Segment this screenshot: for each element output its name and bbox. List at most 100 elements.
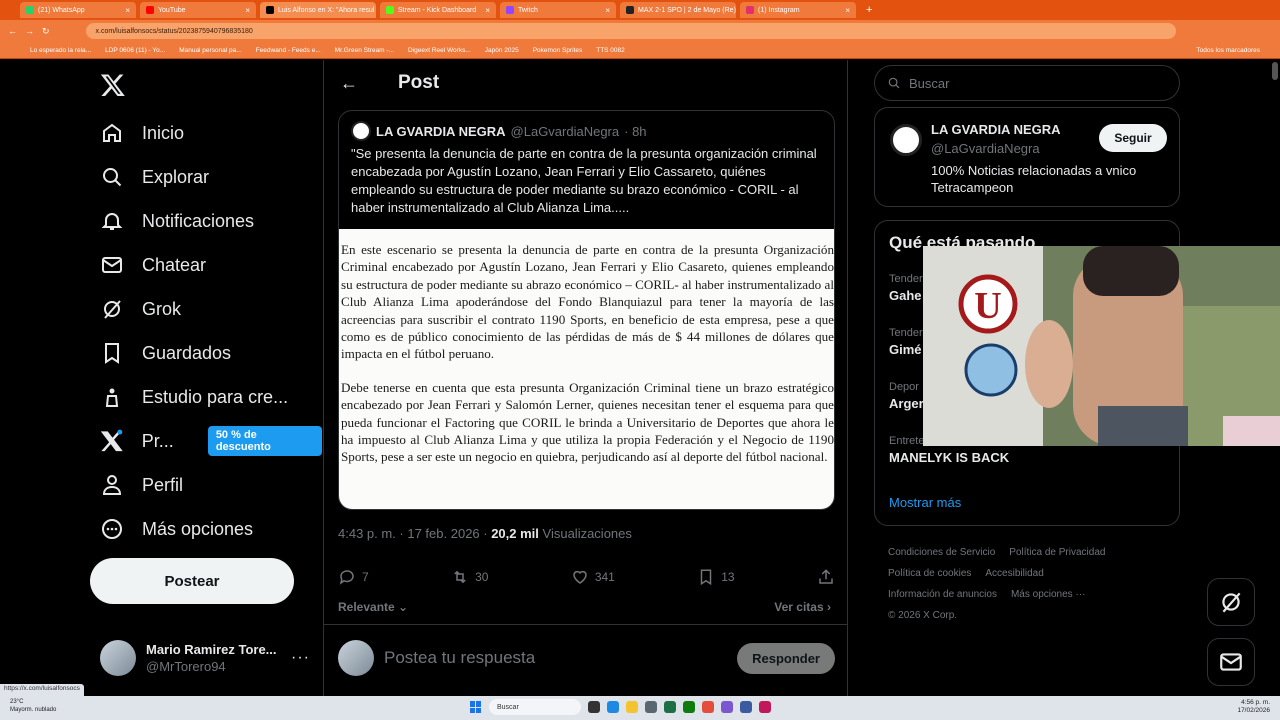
back-arrow-icon[interactable]: ← [340, 73, 358, 94]
search-input[interactable]: Buscar [874, 65, 1180, 101]
post-timestamp: 4:43 p. m. · 17 feb. 2026 · 20,2 mil Vis… [338, 526, 632, 541]
bookmark-item[interactable]: TTS 0082 [596, 47, 625, 54]
app-icon[interactable] [759, 701, 771, 713]
folder-icon[interactable] [626, 701, 638, 713]
more-dots-icon[interactable]: ··· [291, 649, 310, 667]
xbox-icon[interactable] [683, 701, 695, 713]
webcam-image: U [923, 246, 1280, 446]
weather-widget[interactable]: 23°C Mayorm. nublado [10, 698, 56, 714]
browser-tab[interactable]: (21) WhatsApp × [20, 2, 136, 18]
close-tab-icon[interactable]: × [125, 6, 130, 15]
file-explorer-icon[interactable] [588, 701, 600, 713]
excel-icon[interactable] [664, 701, 676, 713]
app-icon[interactable] [645, 701, 657, 713]
windows-start-icon[interactable] [470, 701, 482, 713]
share-action[interactable] [817, 568, 835, 586]
follow-name[interactable]: LA GVARDIA NEGRA [931, 122, 1061, 137]
browser-tab[interactable]: Stream - Kick Dashboard × [380, 2, 496, 18]
chrome-icon[interactable] [702, 701, 714, 713]
avatar[interactable] [890, 124, 922, 156]
close-tab-icon[interactable]: × [845, 6, 850, 15]
post-actions: 7 30 341 13 [338, 568, 835, 586]
scrollbar[interactable] [1272, 62, 1278, 80]
studio-icon [105, 388, 119, 407]
bookmarks-bar: Lo esperado la rela... LDP 0606 (11) - Y… [0, 42, 1280, 59]
quote-author-name[interactable]: LA GVARDIA NEGRA [376, 124, 506, 139]
bookmark-item[interactable]: Digeext Reel Works... [408, 47, 471, 54]
footer-link[interactable]: Condiciones de Servicio [888, 547, 995, 558]
new-tab-button[interactable]: + [860, 4, 872, 16]
bookmark-item[interactable]: Feedwand - Feeds e... [256, 47, 321, 54]
close-tab-icon[interactable]: × [485, 6, 490, 15]
ver-citas-link[interactable]: Ver citas › [774, 600, 831, 614]
grok-icon [104, 300, 121, 319]
home-icon [103, 123, 121, 142]
follow-button[interactable]: Seguir [1099, 124, 1167, 152]
footer-link[interactable]: Accesibilidad [985, 568, 1043, 579]
sort-relevante[interactable]: Relevante ⌄ [338, 600, 408, 614]
sidebar-item-estudio[interactable]: Estudio para cre... [100, 382, 288, 412]
sidebar-item-mas-opciones[interactable]: Más opciones [100, 514, 253, 544]
footer-link[interactable]: Más opciones ··· [1011, 589, 1085, 600]
person-icon [102, 475, 122, 495]
bookmark-item[interactable]: Pokemon Sprites [533, 47, 583, 54]
grok-float-button[interactable] [1207, 578, 1255, 626]
whatsapp-icon [26, 6, 34, 14]
bookmark-item[interactable]: Lo esperado la rela... [30, 47, 91, 54]
taskbar-clock[interactable]: 4:56 p. m. 17/02/2026 [1237, 699, 1270, 715]
browser-tab[interactable]: YouTube × [140, 2, 256, 18]
edge-icon[interactable] [607, 701, 619, 713]
sidebar-item-grok[interactable]: Grok [100, 294, 181, 324]
forward-nav-icon[interactable]: → [25, 26, 34, 36]
footer-link[interactable]: Política de cookies [888, 568, 971, 579]
all-bookmarks[interactable]: Todos los marcadores [1196, 47, 1260, 54]
repost-action[interactable]: 30 [451, 568, 488, 586]
quote-time: · 8h [624, 123, 647, 139]
x-favicon-icon [266, 6, 274, 14]
avatar [338, 640, 374, 676]
back-nav-icon[interactable]: ← [8, 26, 17, 36]
account-switcher[interactable]: Mario Ramirez Tore... @MrTorero94 ··· [100, 638, 310, 678]
quoted-post[interactable]: LA GVARDIA NEGRA @LaGvardiaNegra · 8h "S… [338, 110, 835, 510]
taskbar-search[interactable]: Buscar [489, 699, 581, 715]
reply-icon [339, 570, 354, 585]
reload-icon[interactable]: ↻ [42, 26, 50, 37]
x-logo-icon[interactable] [100, 72, 126, 98]
browser-tab-active[interactable]: Luis Alfonso en X: "Ahora resul× [260, 2, 376, 18]
footer-link[interactable]: Información de anuncios [888, 589, 997, 600]
page-title: Post [398, 72, 440, 93]
document-image[interactable]: En este escenario se presenta la denunci… [339, 229, 834, 509]
status-url: https://x.com/luisalfonsocs [0, 684, 84, 696]
chevron-down-icon: ⌄ [394, 600, 409, 614]
sidebar-item-chatear[interactable]: Chatear [100, 250, 206, 280]
sidebar-item-perfil[interactable]: Perfil [100, 470, 183, 500]
url-field[interactable]: x.com/luisalfonsocs/status/2023875940796… [85, 23, 1176, 39]
reply-input[interactable]: Postea tu respuesta [384, 648, 535, 668]
sidebar-item-notificaciones[interactable]: Notificaciones [100, 206, 254, 236]
sidebar-item-explorar[interactable]: Explorar [100, 162, 209, 192]
reply-button[interactable]: Responder [737, 642, 835, 674]
app-icon[interactable] [740, 701, 752, 713]
sidebar-item-premium[interactable]: Pr... 50 % de descuento [100, 426, 322, 456]
bookmark-item[interactable]: Mr.Green Stream -... [335, 47, 394, 54]
sidebar-item-inicio[interactable]: Inicio [100, 118, 184, 148]
bookmark-action[interactable]: 13 [697, 568, 735, 586]
footer-link[interactable]: Política de Privacidad [1009, 547, 1105, 558]
promo-badge[interactable]: 50 % de descuento [207, 426, 322, 456]
close-tab-icon[interactable]: × [245, 6, 250, 15]
like-action[interactable]: 341 [571, 568, 615, 586]
sidebar-item-guardados[interactable]: Guardados [100, 338, 231, 368]
show-more-link[interactable]: Mostrar más [889, 495, 961, 510]
close-tab-icon[interactable]: × [605, 6, 610, 15]
messages-float-button[interactable] [1207, 638, 1255, 686]
youtube-icon [146, 6, 154, 14]
bookmark-item[interactable]: Manual personal pa... [179, 47, 242, 54]
browser-tab[interactable]: (1) Instagram × [740, 2, 856, 18]
bookmark-item[interactable]: LDP 0606 (11) - Yo... [105, 47, 165, 54]
bookmark-item[interactable]: Japón 2025 [485, 47, 519, 54]
reply-action[interactable]: 7 [338, 568, 369, 586]
post-button[interactable]: Postear [90, 558, 294, 604]
browser-tab[interactable]: Twitch × [500, 2, 616, 18]
browser-tab[interactable]: MAX 2-1 SPO | 2 de Mayo (Re)× [620, 2, 736, 18]
app-icon[interactable] [721, 701, 733, 713]
